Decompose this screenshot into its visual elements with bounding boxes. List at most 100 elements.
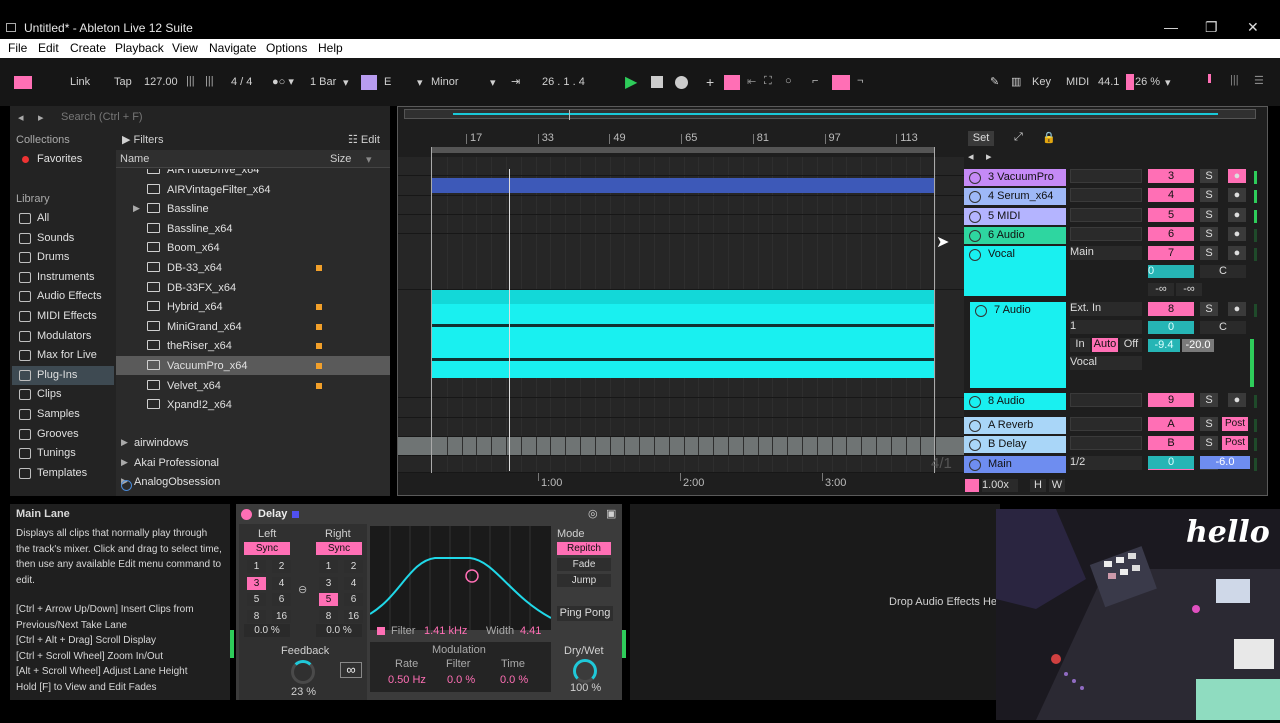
list-item[interactable]: DB-33FX_x64 xyxy=(116,278,390,297)
folder-chevron-icon[interactable]: ▶ xyxy=(121,437,128,448)
sidebar-item-max-for-live[interactable]: Max for Live xyxy=(12,346,114,365)
rate-value[interactable]: 0.50 Hz xyxy=(388,674,426,686)
device-settings-icon[interactable]: ◎ xyxy=(588,507,598,520)
list-item[interactable]: Boom_x64 xyxy=(116,238,390,257)
main-output-select[interactable]: 1/2 xyxy=(1070,456,1142,470)
sidebar-item-midi-effects[interactable]: MIDI Effects xyxy=(12,307,114,326)
capture-icon[interactable]: ⛶ xyxy=(764,75,772,88)
left-delay-1[interactable]: 1 xyxy=(247,560,266,573)
w-button[interactable]: W xyxy=(1049,479,1065,492)
sidebar-item-sounds[interactable]: Sounds xyxy=(12,229,114,248)
left-delay-3[interactable]: 3 xyxy=(247,576,266,590)
track-input-slot[interactable] xyxy=(1070,393,1142,407)
solo-button[interactable]: S xyxy=(1200,227,1218,241)
left-delay-5[interactable]: 5 xyxy=(247,593,266,606)
expand-icon[interactable]: ⤢ xyxy=(1014,131,1023,144)
feedback-knob[interactable] xyxy=(291,660,315,684)
list-item[interactable]: Hybrid_x64 xyxy=(116,297,390,316)
right-offset[interactable]: 0.0 % xyxy=(316,624,362,637)
track-lane[interactable] xyxy=(398,157,964,176)
track-volume-0[interactable]: 3 xyxy=(1148,169,1194,183)
solo-button[interactable]: S xyxy=(1200,417,1218,431)
track-header-7-audio[interactable]: 7 Audio xyxy=(970,302,1066,388)
ping-pong-button[interactable]: Ping Pong xyxy=(557,606,613,621)
arm-button-icon[interactable]: ● xyxy=(1228,208,1246,222)
time-signature-field[interactable]: 4 / 4 xyxy=(231,76,252,88)
play-icon[interactable]: ▶ xyxy=(625,72,637,92)
filter-on-icon[interactable] xyxy=(377,627,385,635)
device-on-icon[interactable] xyxy=(241,509,252,520)
right-delay-6[interactable]: 6 xyxy=(344,593,363,606)
key-select[interactable]: E xyxy=(384,76,391,88)
list-item[interactable]: AIRVintageFilter_x64 xyxy=(116,180,390,199)
input-channel-select[interactable]: 1 xyxy=(1070,320,1142,334)
track-activator-icon[interactable] xyxy=(969,420,981,432)
track-volume-2[interactable]: 5 xyxy=(1148,208,1194,222)
back-icon[interactable]: ◂ xyxy=(18,111,24,124)
freeze-infinity-button[interactable]: ∞ xyxy=(340,662,362,678)
arrangement-position[interactable]: 26 . 1 . 4 xyxy=(542,76,585,88)
track-lane[interactable] xyxy=(398,290,964,398)
overview-bar[interactable] xyxy=(404,109,1256,120)
arm-button-icon[interactable]: ● xyxy=(1228,227,1246,241)
left-delay-16[interactable]: 16 xyxy=(272,609,291,623)
stop-icon[interactable] xyxy=(651,76,663,88)
solo-button[interactable]: S xyxy=(1200,302,1218,316)
folder-item[interactable]: ▶ airwindows xyxy=(116,433,390,452)
name-column-header[interactable]: Name xyxy=(120,153,149,165)
right-delay-2[interactable]: 2 xyxy=(344,560,363,573)
keyboard-icon[interactable]: ▥ xyxy=(1011,75,1021,88)
loop-brace[interactable] xyxy=(432,147,935,153)
right-sync-button[interactable]: Sync xyxy=(316,542,362,555)
left-sync-button[interactable]: Sync xyxy=(244,542,290,555)
punch-out-icon[interactable]: ¬ xyxy=(857,75,863,87)
expand-chevron-icon[interactable]: ▶ xyxy=(133,203,140,214)
track-input-slot[interactable] xyxy=(1070,188,1142,202)
mode-repitch-button[interactable]: Repitch xyxy=(557,542,611,555)
track-activator-icon[interactable] xyxy=(969,191,981,203)
track-lane[interactable] xyxy=(398,456,964,473)
set-button[interactable]: Set xyxy=(968,131,994,146)
track-volume-7[interactable]: A xyxy=(1148,417,1194,431)
time-ruler[interactable]: 1:00 2:00 3:00 xyxy=(398,473,964,491)
track-lane[interactable] xyxy=(398,398,964,418)
menu-playback[interactable]: Playback xyxy=(115,41,164,55)
filter-frequency[interactable]: 1.41 kHz xyxy=(424,625,467,637)
menu-help[interactable]: Help xyxy=(318,41,343,55)
menu-view[interactable]: View xyxy=(172,41,198,55)
audio-clip[interactable] xyxy=(432,290,934,378)
sidebar-item-tunings[interactable]: Tunings xyxy=(12,444,114,463)
menu-create[interactable]: Create xyxy=(70,41,106,55)
lock-icon[interactable]: 🔒 xyxy=(1042,131,1056,144)
filter-display[interactable] xyxy=(369,526,552,630)
list-item[interactable]: Bassline_x64 xyxy=(116,219,390,238)
track-activator-icon[interactable] xyxy=(969,396,981,408)
menu-file[interactable]: File xyxy=(8,41,27,55)
monitor-auto-button[interactable]: Auto xyxy=(1092,338,1118,352)
monitor-in-button[interactable]: In xyxy=(1070,338,1090,352)
forward-icon[interactable]: ▸ xyxy=(38,111,44,124)
track-input-slot[interactable] xyxy=(1070,417,1142,431)
sort-icon[interactable]: ▾ xyxy=(366,153,372,166)
arm-button-icon[interactable]: ● xyxy=(1228,169,1246,183)
sidebar-item-audio-effects[interactable]: Audio Effects xyxy=(12,287,114,306)
zoom-level[interactable]: 1.00x xyxy=(982,479,1018,492)
tap-button[interactable]: Tap xyxy=(114,76,132,88)
track-header-b-delay[interactable]: B Delay xyxy=(964,436,1066,453)
post-button[interactable]: Post xyxy=(1222,436,1248,450)
sidebar-item-instruments[interactable]: Instruments xyxy=(12,268,114,287)
sidebar-item-plug-ins[interactable]: Plug-Ins xyxy=(12,365,114,385)
arm-button-icon[interactable]: ● xyxy=(1228,246,1246,260)
track-pan-center[interactable]: C xyxy=(1200,321,1246,334)
add-icon[interactable]: + xyxy=(706,74,714,90)
track-activator-icon[interactable] xyxy=(969,249,981,261)
track-header-6-audio[interactable]: 6 Audio xyxy=(964,227,1066,244)
minimize-icon[interactable]: — xyxy=(1164,19,1178,35)
draw-mode-icon[interactable]: ✎ xyxy=(990,75,999,88)
h-button[interactable]: H xyxy=(1030,479,1046,492)
track-activator-icon[interactable] xyxy=(969,439,981,451)
track-activator-icon[interactable] xyxy=(969,211,981,223)
sidebar-item-clips[interactable]: Clips xyxy=(12,385,114,404)
search-input[interactable]: Search (Ctrl + F) xyxy=(61,111,143,123)
list-item[interactable]: theRiser_x64 xyxy=(116,336,390,355)
